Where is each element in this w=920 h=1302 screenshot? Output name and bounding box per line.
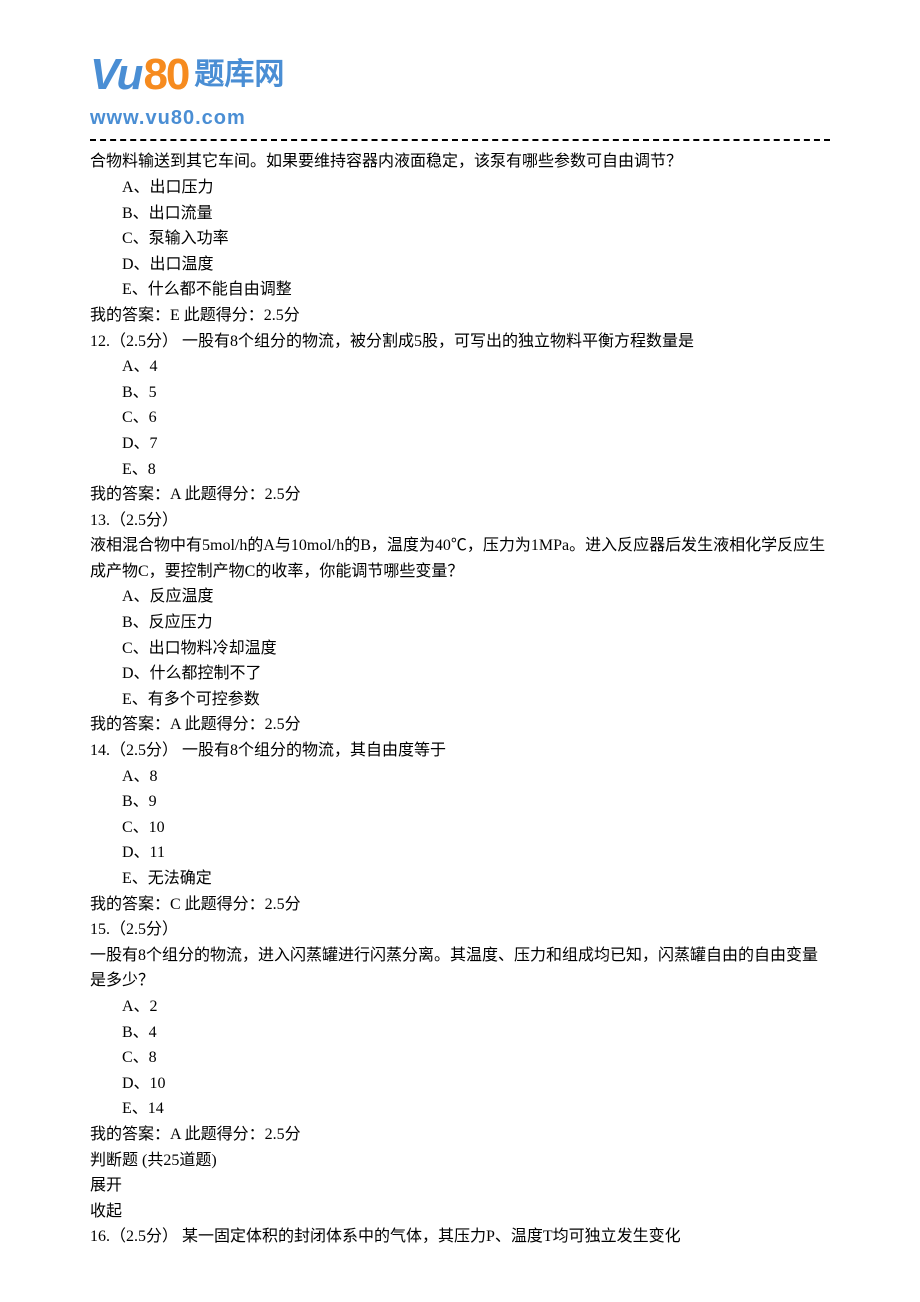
logo-80-text: 80 [143, 40, 188, 110]
q13-header: 13.（2.5分） [90, 508, 830, 534]
logo-vu-text: Vu [90, 40, 141, 110]
q15-option-a: A、2 [90, 994, 830, 1020]
q15-header: 15.（2.5分） [90, 917, 830, 943]
q12-option-b: B、5 [90, 380, 830, 406]
q13-option-e: E、有多个可控参数 [90, 687, 830, 713]
q14-option-a: A、8 [90, 764, 830, 790]
q12-answer: 我的答案：A 此题得分：2.5分 [90, 482, 830, 508]
q15-prompt: 一股有8个组分的物流，进入闪蒸罐进行闪蒸分离。其温度、压力和组成均已知，闪蒸罐自… [90, 943, 830, 994]
logo-site-name: 题库网 [194, 51, 284, 99]
expand-toggle[interactable]: 展开 [90, 1173, 830, 1199]
collapse-toggle[interactable]: 收起 [90, 1199, 830, 1225]
q11-option-c: C、泵输入功率 [90, 226, 830, 252]
q11-option-a: A、出口压力 [90, 175, 830, 201]
q11-continuation: 合物料输送到其它车间。如果要维持容器内液面稳定，该泵有哪些参数可自由调节？ [90, 149, 830, 175]
q12-option-c: C、6 [90, 405, 830, 431]
q12-option-a: A、4 [90, 354, 830, 380]
logo-url: www.vu80.com [90, 102, 830, 134]
q13-option-d: D、什么都控制不了 [90, 661, 830, 687]
q16-prompt: 16.（2.5分） 某一固定体积的封闭体系中的气体，其压力P、温度T均可独立发生… [90, 1224, 830, 1250]
q11-option-b: B、出口流量 [90, 201, 830, 227]
q14-option-c: C、10 [90, 815, 830, 841]
site-logo: Vu 80 题库网 www.vu80.com [90, 40, 830, 134]
q14-answer: 我的答案：C 此题得分：2.5分 [90, 892, 830, 918]
q15-answer: 我的答案：A 此题得分：2.5分 [90, 1122, 830, 1148]
q12-option-d: D、7 [90, 431, 830, 457]
q15-option-d: D、10 [90, 1071, 830, 1097]
q14-option-d: D、11 [90, 840, 830, 866]
q15-option-e: E、14 [90, 1096, 830, 1122]
q13-prompt: 液相混合物中有5mol/h的A与10mol/h的B，温度为40℃，压力为1MPa… [90, 533, 830, 584]
q11-answer: 我的答案：E 此题得分：2.5分 [90, 303, 830, 329]
q14-option-e: E、无法确定 [90, 866, 830, 892]
q14-option-b: B、9 [90, 789, 830, 815]
q11-option-e: E、什么都不能自由调整 [90, 277, 830, 303]
q12-prompt: 12.（2.5分） 一股有8个组分的物流，被分割成5股，可写出的独立物料平衡方程… [90, 329, 830, 355]
q14-prompt: 14.（2.5分） 一股有8个组分的物流，其自由度等于 [90, 738, 830, 764]
judge-section-title: 判断题 (共25道题) [90, 1148, 830, 1174]
q13-option-a: A、反应温度 [90, 584, 830, 610]
header-divider [90, 139, 830, 141]
q15-option-c: C、8 [90, 1045, 830, 1071]
q13-answer: 我的答案：A 此题得分：2.5分 [90, 712, 830, 738]
q12-option-e: E、8 [90, 457, 830, 483]
q15-option-b: B、4 [90, 1020, 830, 1046]
q13-option-c: C、出口物料冷却温度 [90, 636, 830, 662]
q11-option-d: D、出口温度 [90, 252, 830, 278]
q13-option-b: B、反应压力 [90, 610, 830, 636]
